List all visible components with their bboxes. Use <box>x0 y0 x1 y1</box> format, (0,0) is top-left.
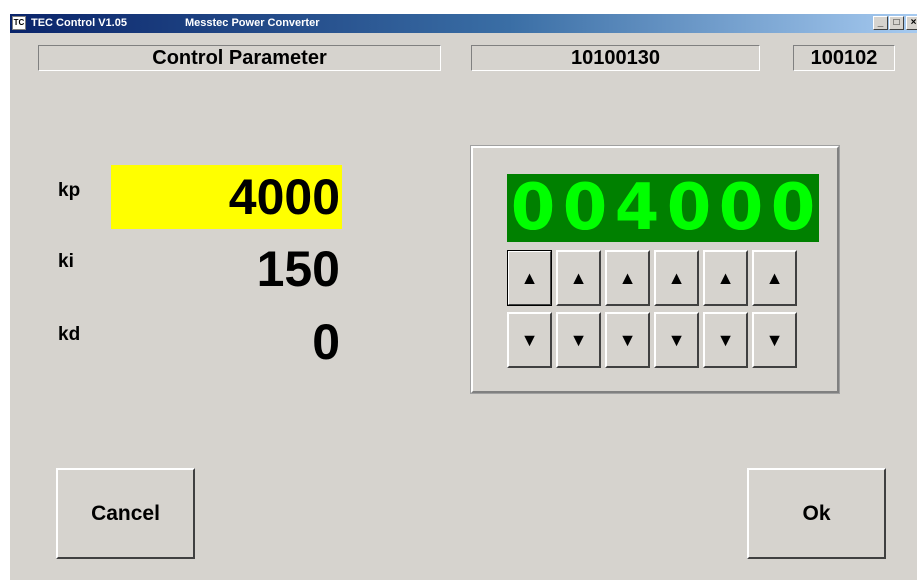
cancel-button[interactable]: Cancel <box>56 468 195 559</box>
digit-6-down-button[interactable]: ▼ <box>752 312 797 368</box>
arrow-up-icon: ▲ <box>716 267 735 288</box>
title-bar[interactable]: TC TEC Control V1.05 Messtec Power Conve… <box>10 14 917 33</box>
arrow-down-icon: ▼ <box>667 329 686 350</box>
increment-button-row: ▲ ▲ ▲ ▲ ▲ ▲ <box>507 250 797 306</box>
digit-2-down-button[interactable]: ▼ <box>556 312 601 368</box>
digit-1-down-button[interactable]: ▼ <box>507 312 552 368</box>
device-code-display: 100102 <box>793 45 895 71</box>
digit-4-up-button[interactable]: ▲ <box>654 250 699 306</box>
ki-value-field[interactable]: 150 <box>111 237 342 301</box>
arrow-down-icon: ▼ <box>618 329 637 350</box>
digit-1: 0 <box>510 171 556 245</box>
window-title: TEC Control V1.05 <box>31 17 127 29</box>
digit-5-up-button[interactable]: ▲ <box>703 250 748 306</box>
arrow-down-icon: ▼ <box>765 329 784 350</box>
decrement-button-row: ▼ ▼ ▼ ▼ ▼ ▼ <box>507 312 797 368</box>
digit-3-up-button[interactable]: ▲ <box>605 250 650 306</box>
digit-5: 0 <box>718 171 764 245</box>
digit-1-up-button[interactable]: ▲ <box>507 250 552 306</box>
arrow-down-icon: ▼ <box>520 329 539 350</box>
ok-button[interactable]: Ok <box>747 468 886 559</box>
digit-3-down-button[interactable]: ▼ <box>605 312 650 368</box>
minimize-button[interactable]: _ <box>873 16 888 30</box>
digit-2: 0 <box>562 171 608 245</box>
arrow-up-icon: ▲ <box>765 267 784 288</box>
kd-label: kd <box>58 324 81 345</box>
app-window: TC TEC Control V1.05 Messtec Power Conve… <box>10 14 917 580</box>
arrow-up-icon: ▲ <box>618 267 637 288</box>
serial-number-display: 10100130 <box>471 45 760 71</box>
kp-value-field[interactable]: 4000 <box>111 165 342 229</box>
arrow-down-icon: ▼ <box>569 329 588 350</box>
digit-6: 0 <box>770 171 816 245</box>
digit-6-up-button[interactable]: ▲ <box>752 250 797 306</box>
digit-5-down-button[interactable]: ▼ <box>703 312 748 368</box>
digit-editor-panel: 0 0 4 0 0 0 ▲ ▲ ▲ ▲ ▲ ▲ ▼ ▼ ▼ ▼ ▼ ▼ <box>470 145 840 394</box>
arrow-down-icon: ▼ <box>716 329 735 350</box>
arrow-up-icon: ▲ <box>520 267 539 288</box>
page-title: Control Parameter <box>38 45 441 71</box>
digit-display: 0 0 4 0 0 0 <box>507 174 819 242</box>
digit-4: 0 <box>666 171 712 245</box>
app-icon: TC <box>12 16 26 30</box>
close-button[interactable]: × <box>906 16 917 30</box>
maximize-button[interactable]: □ <box>889 16 904 30</box>
kp-label: kp <box>58 180 81 201</box>
ki-label: ki <box>58 251 74 272</box>
digit-4-down-button[interactable]: ▼ <box>654 312 699 368</box>
kd-value-field[interactable]: 0 <box>111 310 342 374</box>
arrow-up-icon: ▲ <box>569 267 588 288</box>
digit-2-up-button[interactable]: ▲ <box>556 250 601 306</box>
window-subtitle: Messtec Power Converter <box>185 17 320 29</box>
digit-3: 4 <box>614 171 660 245</box>
arrow-up-icon: ▲ <box>667 267 686 288</box>
